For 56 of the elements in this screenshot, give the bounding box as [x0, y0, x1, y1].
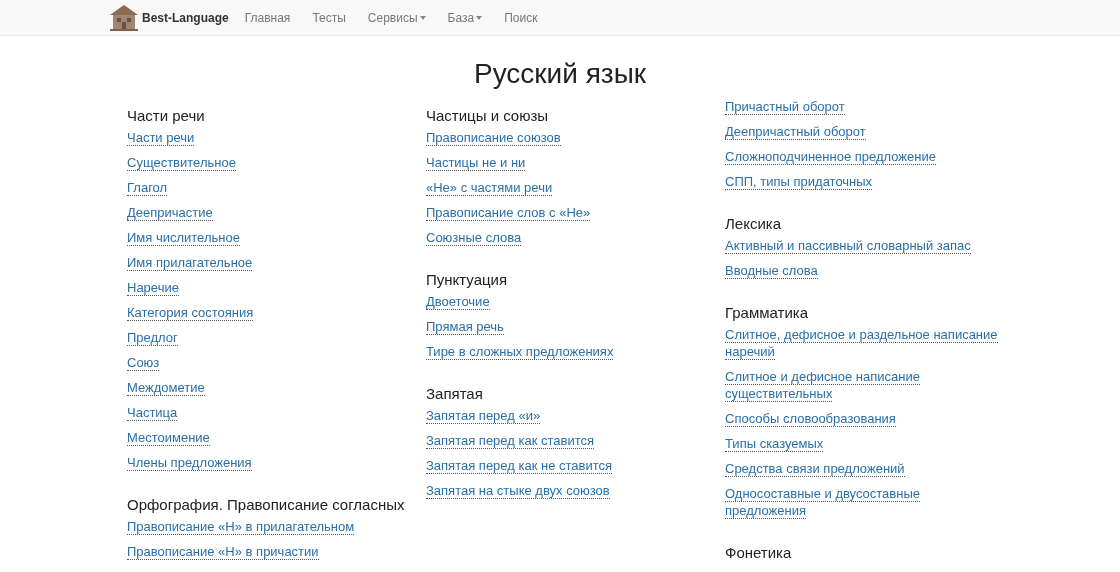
- topic-link[interactable]: Способы словообразования: [725, 410, 896, 427]
- page-title: Русский язык: [473, 57, 646, 91]
- topic-link[interactable]: Двоеточие: [426, 293, 490, 310]
- topic-link[interactable]: Существительное: [127, 154, 236, 171]
- topic-link[interactable]: Частицы не и ни: [426, 154, 526, 171]
- topic-link[interactable]: Слитное, дефисное и раздельное написание наречий: [725, 326, 1001, 360]
- topic-link[interactable]: Запятая перед «и»: [426, 407, 541, 424]
- topic-link[interactable]: Правописание слов с «Не»: [426, 204, 591, 221]
- topic-link[interactable]: Запятая перед как ставится: [426, 432, 595, 449]
- topic-link[interactable]: Имя числительное: [127, 229, 240, 246]
- nav-link[interactable]: База: [447, 8, 483, 27]
- topic-link[interactable]: Частица: [127, 404, 178, 421]
- house-logo-icon: [108, 2, 140, 33]
- section-heading: Части речи: [127, 106, 205, 126]
- topic-link[interactable]: Средства связи предложений: [725, 460, 905, 477]
- nav-link[interactable]: Поиск: [504, 8, 538, 27]
- topic-link[interactable]: Правописание союзов: [426, 129, 561, 146]
- topic-link[interactable]: Запятая на стыке двух союзов: [426, 482, 610, 499]
- section-heading: Фонетика: [725, 543, 792, 563]
- topic-link[interactable]: Члены предложения: [127, 454, 252, 471]
- section-heading: Частицы и союзы: [426, 106, 549, 126]
- topic-link[interactable]: Местоимение: [127, 429, 210, 446]
- section-heading: Орфография. Правописание согласных: [127, 495, 405, 515]
- section-heading: Запятая: [426, 384, 483, 404]
- topic-link[interactable]: Вводные слова: [725, 262, 818, 279]
- topic-link[interactable]: «Не» с частями речи: [426, 179, 553, 196]
- nav-link[interactable]: Главная: [244, 8, 291, 27]
- topic-link[interactable]: Деепричастный оборот: [725, 123, 866, 140]
- topic-link[interactable]: Союзные слова: [426, 229, 522, 246]
- topic-link[interactable]: Категория состояния: [127, 304, 254, 321]
- topic-link[interactable]: Правописание «Н» в прилагательном: [127, 518, 355, 535]
- topic-link[interactable]: Причастный оборот: [725, 98, 845, 115]
- topic-link[interactable]: Правописание «Н» в причастии: [127, 543, 319, 560]
- section-heading: Лексика: [725, 214, 782, 234]
- topic-link[interactable]: Имя прилагательное: [127, 254, 253, 271]
- topic-link[interactable]: Союз: [127, 354, 160, 371]
- section-heading: Пунктуация: [426, 270, 508, 290]
- topic-link[interactable]: СПП, типы придаточных: [725, 173, 873, 190]
- section-heading: Грамматика: [725, 303, 809, 323]
- topic-link[interactable]: Односоставные и двусоставные предложения: [725, 485, 1001, 519]
- topic-link[interactable]: Наречие: [127, 279, 179, 296]
- topic-link[interactable]: Тире в сложных предложениях: [426, 343, 614, 360]
- topic-link[interactable]: Предлог: [127, 329, 178, 346]
- topic-link[interactable]: Деепричастие: [127, 204, 213, 221]
- topic-link[interactable]: Части речи: [127, 129, 195, 146]
- nav-link[interactable]: Тесты: [312, 8, 346, 27]
- brand-link[interactable]: Best-Language: [108, 2, 229, 33]
- topic-link[interactable]: Типы сказуемых: [725, 435, 824, 452]
- topic-link[interactable]: Запятая перед как не ставится: [426, 457, 613, 474]
- topic-link[interactable]: Сложноподчиненное предложение: [725, 148, 936, 165]
- nav-link[interactable]: Сервисы: [367, 8, 426, 27]
- topic-link[interactable]: Междометие: [127, 379, 205, 396]
- topic-link[interactable]: Слитное и дефисное написание существительных: [725, 368, 1001, 402]
- topic-link[interactable]: Глагол: [127, 179, 168, 196]
- topic-link[interactable]: Прямая речь: [426, 318, 504, 335]
- topic-link[interactable]: Активный и пассивный словарный запас: [725, 237, 971, 254]
